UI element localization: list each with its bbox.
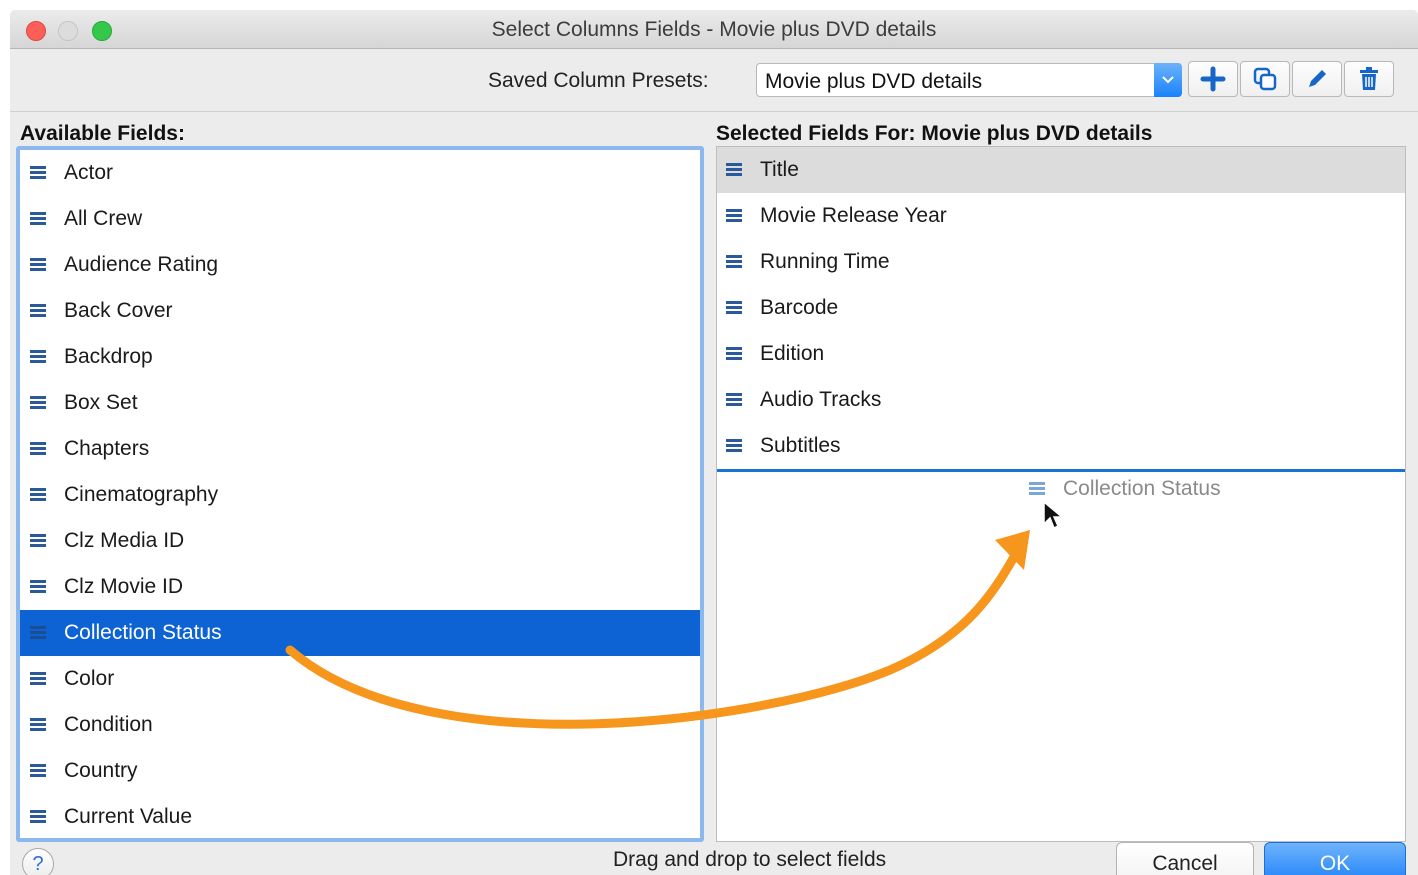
footer-hint: Drag and drop to select fields (613, 848, 887, 871)
drag-arrow (285, 530, 1030, 729)
dialog-window: Select Columns Fields - Movie plus DVD d… (10, 10, 1418, 875)
help-button[interactable]: ? (22, 848, 54, 875)
mouse-pointer-icon (1043, 500, 1064, 530)
ok-button[interactable]: OK (1264, 842, 1406, 875)
cancel-button[interactable]: Cancel (1116, 842, 1254, 875)
